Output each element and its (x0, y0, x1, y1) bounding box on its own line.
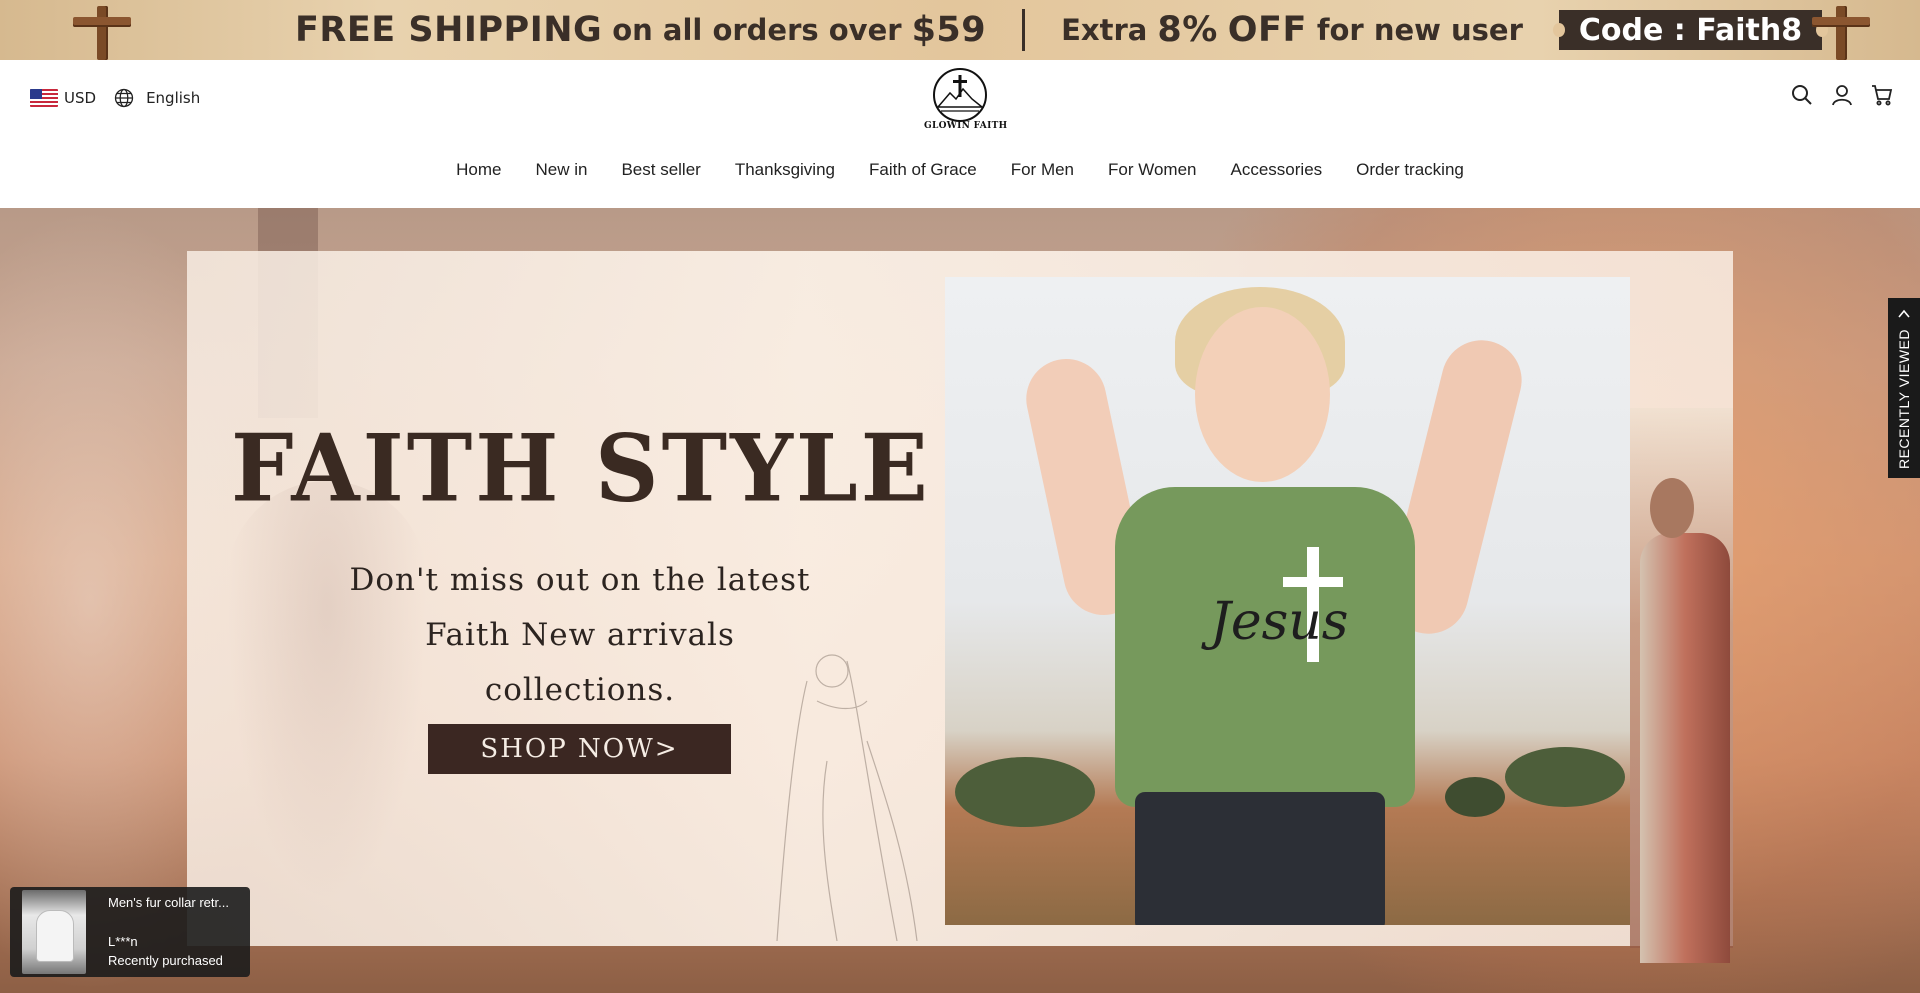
promo-off: OFF (1227, 10, 1307, 50)
nav-home[interactable]: Home (456, 160, 501, 180)
site-logo[interactable]: GLOWIN FAITH (924, 67, 1008, 139)
popup-customer-name: L***n (108, 934, 138, 949)
promo-divider (1022, 9, 1026, 51)
globe-icon[interactable] (114, 88, 134, 108)
promo-free-shipping: FREE SHIPPING (295, 10, 603, 50)
wooden-cross-icon (1812, 6, 1870, 60)
nav-accessories[interactable]: Accessories (1231, 160, 1323, 180)
recent-purchase-popup[interactable]: Men's fur collar retr... L***n Recently … (10, 887, 250, 977)
nav-for-men[interactable]: For Men (1011, 160, 1074, 180)
cart-icon[interactable] (1871, 84, 1893, 106)
logo-emblem (933, 68, 987, 122)
promo-code: Code : Faith8 (1552, 10, 1829, 50)
promo-text: FREE SHIPPING on all orders over $59 Ext… (295, 0, 1829, 60)
promo-new-user: for new user (1316, 13, 1523, 47)
us-flag-icon[interactable] (30, 89, 58, 107)
recently-viewed-tab[interactable]: RECENTLY VIEWED (1888, 298, 1920, 478)
announcement-bar: FREE SHIPPING on all orders over $59 Ext… (0, 0, 1920, 60)
background-figure-image (1630, 408, 1733, 963)
site-header: USD English GLOWIN FAITH Home New in Bes… (0, 60, 1920, 208)
promo-orders-over: on all orders over (612, 13, 902, 47)
popup-status: Recently purchased (108, 953, 223, 968)
account-icon[interactable] (1831, 84, 1853, 106)
promo-extra: Extra (1061, 13, 1148, 47)
nav-faith-of-grace[interactable]: Faith of Grace (869, 160, 977, 180)
popup-product-name: Men's fur collar retr... (108, 895, 229, 910)
header-actions (1791, 84, 1893, 106)
nav-thanksgiving[interactable]: Thanksgiving (735, 160, 835, 180)
hero-subtitle: Don't miss out on the latest Faith New a… (330, 553, 830, 718)
recently-viewed-label: RECENTLY VIEWED (1896, 329, 1912, 470)
product-thumbnail (22, 890, 86, 974)
hero-model-photo: Jesus (945, 277, 1630, 925)
logo-text: GLOWIN FAITH (924, 121, 1008, 131)
locale-selector: USD English (30, 88, 200, 108)
hero-banner[interactable]: FAITH STYLE Don't miss out on the latest… (0, 208, 1920, 993)
promo-discount: 8% (1157, 10, 1218, 50)
shirt-print-text: Jesus (1210, 592, 1349, 652)
hero-title: FAITH STYLE (231, 413, 931, 523)
chevron-up-icon (1898, 304, 1910, 323)
hero-subtitle-line-2: Faith New arrivals collections. (425, 617, 735, 708)
nav-for-women[interactable]: For Women (1108, 160, 1197, 180)
language-selector[interactable]: English (146, 89, 200, 107)
nav-best-seller[interactable]: Best seller (621, 160, 700, 180)
hero-subtitle-line-1: Don't miss out on the latest (349, 562, 811, 598)
promo-threshold: $59 (911, 10, 987, 50)
nav-new-in[interactable]: New in (535, 160, 587, 180)
main-navigation: Home New in Best seller Thanksgiving Fai… (0, 160, 1920, 180)
search-icon[interactable] (1791, 84, 1813, 106)
wooden-cross-icon (73, 6, 131, 60)
nav-order-tracking[interactable]: Order tracking (1356, 160, 1464, 180)
shop-now-button[interactable]: SHOP NOW> (428, 724, 731, 774)
currency-selector[interactable]: USD (64, 89, 96, 107)
